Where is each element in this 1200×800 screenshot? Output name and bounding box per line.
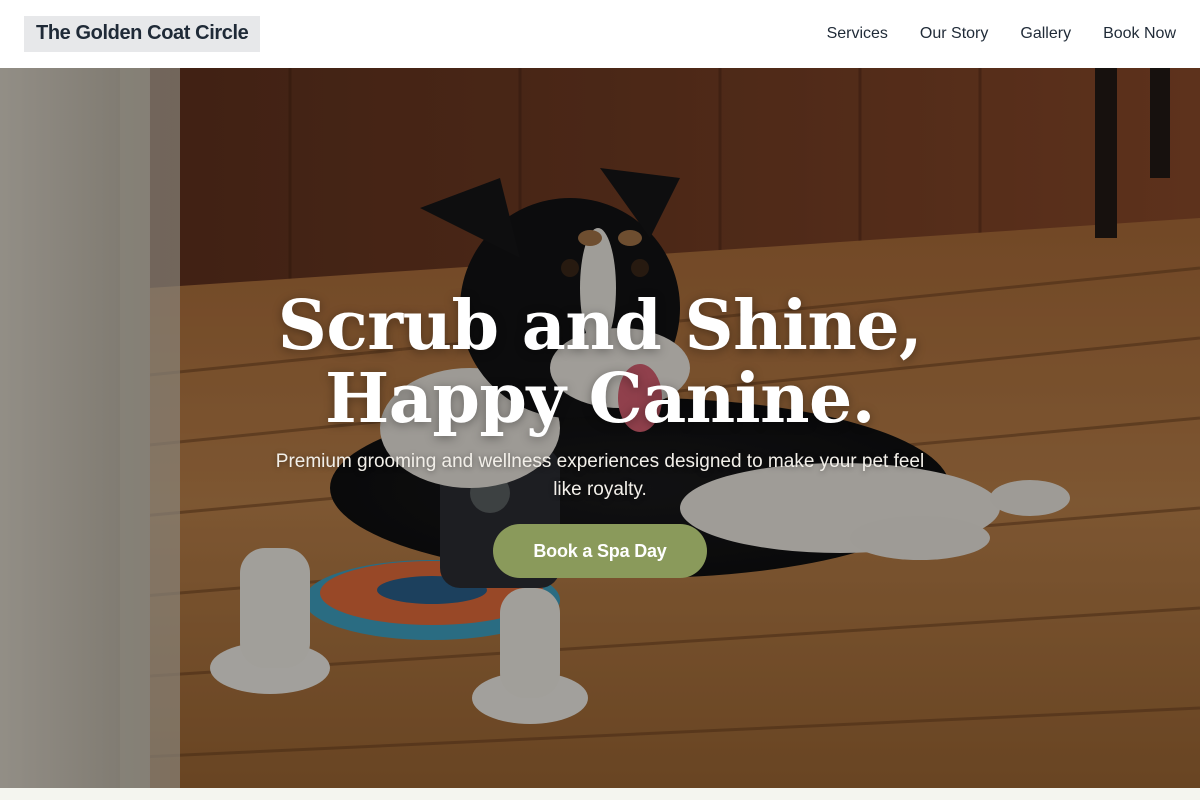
main-nav: Services Our Story Gallery Book Now [795, 25, 1176, 43]
nav-link-our-story[interactable]: Our Story [920, 25, 988, 43]
book-spa-day-button[interactable]: Book a Spa Day [493, 524, 707, 578]
next-section-edge [0, 788, 1200, 800]
hero-content: Scrub and Shine, Happy Canine. Premium g… [0, 290, 1200, 578]
nav-link-gallery[interactable]: Gallery [1020, 25, 1071, 43]
hero-title-line-2: Happy Canine. [325, 359, 875, 439]
hero-subtitle: Premium grooming and wellness experience… [275, 451, 925, 500]
hero-title-line-1: Scrub and Shine, [277, 286, 923, 366]
brand-logo[interactable]: The Golden Coat Circle [24, 16, 261, 52]
hero-title: Scrub and Shine, Happy Canine. [0, 290, 1200, 436]
hero-section: Scrub and Shine, Happy Canine. Premium g… [0, 68, 1200, 788]
nav-link-services[interactable]: Services [827, 25, 888, 43]
nav-link-book-now[interactable]: Book Now [1103, 25, 1176, 43]
site-header: The Golden Coat Circle Services Our Stor… [0, 0, 1200, 68]
